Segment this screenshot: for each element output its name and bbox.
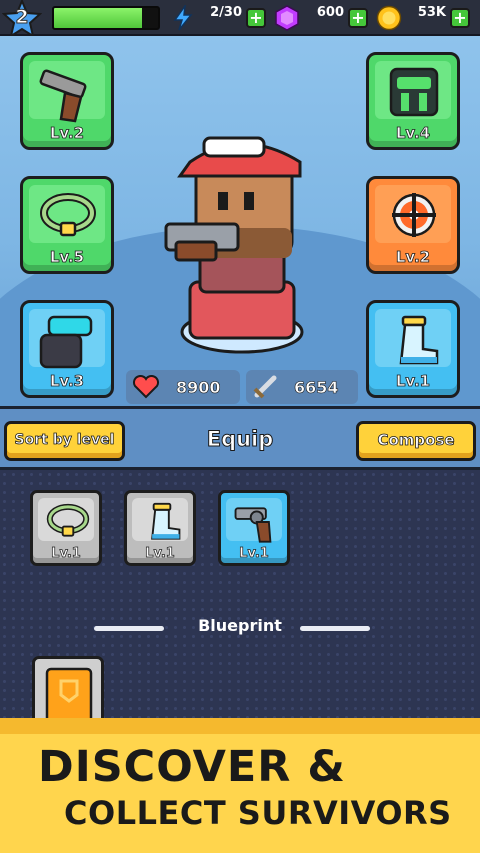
- promo-banner: DISCOVER & COLLECT SURVIVORS: [0, 718, 480, 853]
- add-energy-button[interactable]: +: [246, 8, 266, 28]
- gems-value: 600: [316, 5, 344, 20]
- inventory-item-boots[interactable]: Lv.1: [124, 490, 196, 566]
- slot-level: Lv.1: [395, 372, 431, 391]
- coin-icon: [376, 5, 402, 31]
- banner-subheadline: COLLECT SURVIVORS: [64, 794, 452, 832]
- armor-icon: [389, 67, 439, 117]
- inventory-panel: Lv.1 Lv.1 Lv.1 Blueprint: [0, 470, 480, 722]
- item-level: Lv.1: [239, 546, 269, 562]
- slot-level: Lv.2: [395, 248, 431, 267]
- blueprint-label: Blueprint: [198, 616, 282, 635]
- slot-pistol[interactable]: Lv.2: [20, 52, 114, 150]
- equip-title: Equip: [206, 427, 274, 452]
- energy-value: 2/30: [210, 5, 242, 20]
- attack-value: 6654: [294, 378, 339, 398]
- slot-level: Lv.2: [49, 124, 85, 143]
- equip-action-bar: Sort by level Equip Compose: [0, 406, 480, 470]
- lightning-icon: [173, 5, 193, 31]
- health-stat: 8900: [126, 370, 240, 404]
- attack-stat: 6654: [246, 370, 358, 404]
- sword-icon: [253, 375, 277, 399]
- slot-level: Lv.4: [395, 124, 431, 143]
- blueprint-divider-right: [300, 626, 370, 631]
- banner-headline: DISCOVER &: [38, 742, 346, 792]
- item-level: Lv.1: [51, 546, 81, 562]
- pistol-icon: [39, 69, 87, 123]
- slot-level: Lv.3: [49, 372, 85, 391]
- boots-icon: [151, 502, 181, 540]
- slot-boots[interactable]: Lv.1: [366, 300, 460, 398]
- sort-by-level-button[interactable]: Sort by level: [4, 421, 125, 461]
- ring-icon: [392, 193, 436, 237]
- compose-button[interactable]: Compose: [356, 421, 476, 461]
- necklace-icon: [46, 503, 90, 537]
- necklace-icon: [40, 193, 96, 237]
- slot-gloves[interactable]: Lv.3: [20, 300, 114, 398]
- slot-armor[interactable]: Lv.4: [366, 52, 460, 150]
- add-coins-button[interactable]: +: [450, 8, 470, 28]
- survivor-character: [164, 136, 304, 354]
- blueprint-item[interactable]: [32, 656, 104, 722]
- coins-value: 53K: [417, 5, 446, 20]
- health-value: 8900: [176, 378, 221, 398]
- item-level: Lv.1: [145, 546, 175, 562]
- add-gems-button[interactable]: +: [348, 8, 368, 28]
- character-stage: Lv.2 Lv.5 Lv.3 Lv.4 Lv.2 Lv.1 8900 6654: [0, 36, 480, 406]
- slot-level: Lv.5: [49, 248, 85, 267]
- top-bar: 2 2/30 + 600 + 53K +: [0, 0, 480, 38]
- blueprint-divider-left: [94, 626, 164, 631]
- revolver-icon: [234, 507, 272, 543]
- boots-icon: [399, 315, 439, 365]
- inventory-item-necklace[interactable]: Lv.1: [30, 490, 102, 566]
- gloves-icon: [39, 315, 93, 369]
- blueprint-book-icon: [45, 667, 93, 722]
- heart-icon: [132, 375, 160, 399]
- inventory-item-revolver[interactable]: Lv.1: [218, 490, 290, 566]
- slot-necklace[interactable]: Lv.5: [20, 176, 114, 274]
- xp-bar: [52, 6, 160, 30]
- slot-ring[interactable]: Lv.2: [366, 176, 460, 274]
- gem-icon: [275, 5, 299, 31]
- player-level: 2: [15, 6, 29, 29]
